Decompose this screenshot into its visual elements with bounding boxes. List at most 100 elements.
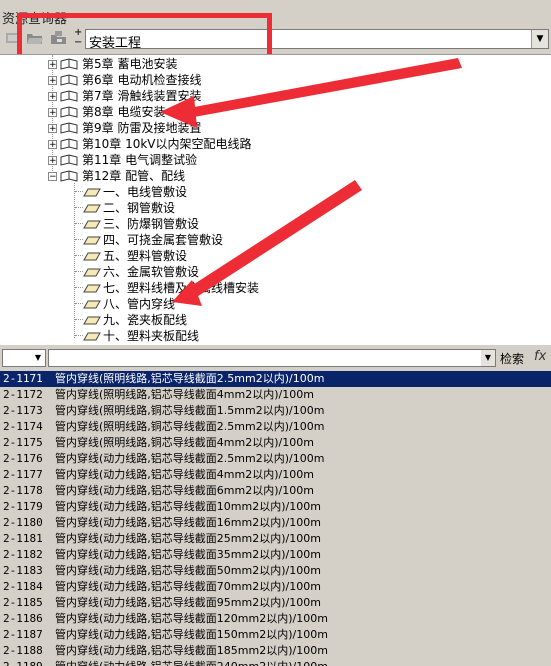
expand-icon[interactable]: + [48,76,57,86]
search-field-select[interactable]: ▼ [2,349,46,367]
tree-item-chapter[interactable]: 第9章 防雷及接地装置 [82,120,201,136]
list-item[interactable]: 2-1185 管内穿线(动力线路,铝芯导线截面95mm2以内)/100m [0,595,551,611]
chevron-down-icon[interactable]: ▼ [481,350,495,366]
tree-item-section[interactable]: 二、钢管敷设 [103,200,175,216]
expand-icon[interactable]: + [48,140,57,150]
tree-item-section[interactable]: 六、金属软管敷设 [103,264,199,280]
quota-list[interactable]: 2-1171 管内穿线(照明线路,铝芯导线截面2.5mm2以内)/100m 2-11… [0,371,551,666]
item-code: 2-1188 [3,644,43,657]
tree-item-chapter[interactable]: 第7章 滑触线装置安装 [82,88,201,104]
item-code: 2-1189 [3,659,43,666]
tree-item-section[interactable]: 一、电线管敷设 [103,184,187,200]
tree-connector [75,303,83,304]
list-item[interactable]: 2-1179 管内穿线(动力线路,铝芯导线截面10mm2以内)/100m [0,499,551,515]
tree-item-chapter[interactable]: 第6章 电动机检查接线 [82,72,201,88]
annotation-highlight-box [17,13,272,59]
list-item[interactable]: 2-1188 管内穿线(动力线路,铝芯导线截面185mm2以内)/100m [0,643,551,659]
chapter-tree[interactable]: + 第5章 蓄电池安装 + 第6章 电动机检查接线 + 第7章 滑触线装置安装 … [0,54,551,345]
tree-item-chapter[interactable]: 第8章 电缆安装 [82,104,165,120]
item-description: 管内穿线(照明线路,铜芯导线截面1.5mm2以内)/100m [55,404,325,417]
tree-item-section[interactable]: 八、管内穿线 [103,296,175,312]
list-item[interactable]: 2-1186 管内穿线(动力线路,铝芯导线截面120mm2以内)/100m [0,611,551,627]
tree-item-section[interactable]: 十、塑料夹板配线 [103,328,199,344]
item-code: 2-1183 [3,564,43,577]
item-description: 管内穿线(照明线路,铝芯导线截面2.5mm2以内)/100m [55,372,325,385]
expand-icon[interactable]: + [48,60,57,70]
item-code: 2-1176 [3,452,43,465]
list-item[interactable]: 2-1174 管内穿线(照明线路,铜芯导线截面2.5mm2以内)/100m [0,419,551,435]
book-icon [83,300,101,309]
item-code: 2-1184 [3,580,43,593]
book-icon [83,188,101,197]
book-icon [60,154,78,166]
list-item[interactable]: 2-1183 管内穿线(动力线路,铝芯导线截面50mm2以内)/100m [0,563,551,579]
book-icon [60,106,78,118]
book-icon [60,58,78,70]
list-item[interactable]: 2-1176 管内穿线(动力线路,铝芯导线截面2.5mm2以内)/100m [0,451,551,467]
expand-icon[interactable]: + [48,156,57,166]
item-description: 管内穿线(照明线路,铝芯导线截面4mm2以内)/100m [55,388,314,401]
tree-item-chapter[interactable]: 第12章 配管、配线 [82,168,185,184]
list-item[interactable]: 2-1172 管内穿线(照明线路,铝芯导线截面4mm2以内)/100m [0,387,551,403]
item-code: 2-1173 [3,404,43,417]
item-description: 管内穿线(动力线路,铝芯导线截面70mm2以内)/100m [55,580,321,593]
list-item[interactable]: 2-1175 管内穿线(照明线路,铜芯导线截面4mm2以内)/100m [0,435,551,451]
chevron-down-icon[interactable]: ▼ [531,30,548,48]
tree-item-section[interactable]: 三、防爆钢管敷设 [103,216,199,232]
formula-icon[interactable]: fx [534,349,546,364]
book-icon [83,268,101,277]
expand-icon[interactable]: + [48,108,57,118]
item-description: 管内穿线(动力线路,铝芯导线截面16mm2以内)/100m [55,516,321,529]
tree-connector [75,287,83,288]
list-item[interactable]: 2-1177 管内穿线(动力线路,铝芯导线截面4mm2以内)/100m [0,467,551,483]
item-code: 2-1177 [3,468,43,481]
book-icon [83,236,101,245]
list-item[interactable]: 2-1173 管内穿线(照明线路,铜芯导线截面1.5mm2以内)/100m [0,403,551,419]
item-code: 2-1171 [3,372,43,385]
item-code: 2-1175 [3,436,43,449]
item-code: 2-1186 [3,612,43,625]
item-code: 2-1187 [3,628,43,641]
tree-item-chapter[interactable]: 第11章 电气调整试验 [82,152,197,168]
list-item[interactable]: 2-1182 管内穿线(动力线路,铝芯导线截面35mm2以内)/100m [0,547,551,563]
list-item[interactable]: 2-1180 管内穿线(动力线路,铝芯导线截面16mm2以内)/100m [0,515,551,531]
item-description: 管内穿线(照明线路,铜芯导线截面4mm2以内)/100m [55,436,314,449]
item-code: 2-1181 [3,532,43,545]
tree-connector [75,223,83,224]
tree-connector [75,255,83,256]
tree-item-section[interactable]: 四、可挠金属套管敷设 [103,232,223,248]
item-code: 2-1180 [3,516,43,529]
item-code: 2-1179 [3,500,43,513]
list-item[interactable]: 2-1184 管内穿线(动力线路,铝芯导线截面70mm2以内)/100m [0,579,551,595]
chevron-down-icon[interactable]: ▼ [31,350,45,366]
collapse-icon[interactable]: − [48,172,57,182]
book-icon [60,138,78,150]
expand-icon[interactable]: + [48,92,57,102]
item-description: 管内穿线(照明线路,铜芯导线截面2.5mm2以内)/100m [55,420,325,433]
list-item[interactable]: 2-1171 管内穿线(照明线路,铝芯导线截面2.5mm2以内)/100m [0,371,551,387]
list-item[interactable]: 2-1187 管内穿线(动力线路,铝芯导线截面150mm2以内)/100m [0,627,551,643]
book-icon [60,74,78,86]
tree-item-section[interactable]: 九、瓷夹板配线 [103,312,187,328]
item-description: 管内穿线(动力线路,铝芯导线截面35mm2以内)/100m [55,548,321,561]
tree-connector [75,271,83,272]
search-button[interactable]: 检索 [500,350,524,367]
book-icon [83,284,101,293]
item-code: 2-1178 [3,484,43,497]
tree-item-chapter[interactable]: 第5章 蓄电池安装 [82,56,177,72]
tree-connector [75,319,83,320]
book-icon [83,204,101,213]
item-description: 管内穿线(动力线路,铝芯导线截面2.5mm2以内)/100m [55,452,325,465]
book-icon [83,316,101,325]
search-input[interactable]: ▼ [48,349,496,367]
item-description: 管内穿线(动力线路,铝芯导线截面150mm2以内)/100m [55,628,328,641]
tree-item-chapter[interactable]: 第10章 10kV以内架空配电线路 [82,136,252,152]
tree-item-section[interactable]: 七、塑料线槽及金属线槽安装 [103,280,259,296]
list-item[interactable]: 2-1178 管内穿线(动力线路,铝芯导线截面6mm2以内)/100m [0,483,551,499]
book-icon [83,220,101,229]
list-item[interactable]: 2-1181 管内穿线(动力线路,铝芯导线截面25mm2以内)/100m [0,531,551,547]
item-description: 管内穿线(动力线路,铝芯导线截面120mm2以内)/100m [55,612,328,625]
list-item[interactable]: 2-1189 管内穿线(动力线路,铝芯导线截面240mm2以内)/100m [0,659,551,666]
tree-item-section[interactable]: 五、塑料管敷设 [103,248,187,264]
expand-icon[interactable]: + [48,124,57,134]
